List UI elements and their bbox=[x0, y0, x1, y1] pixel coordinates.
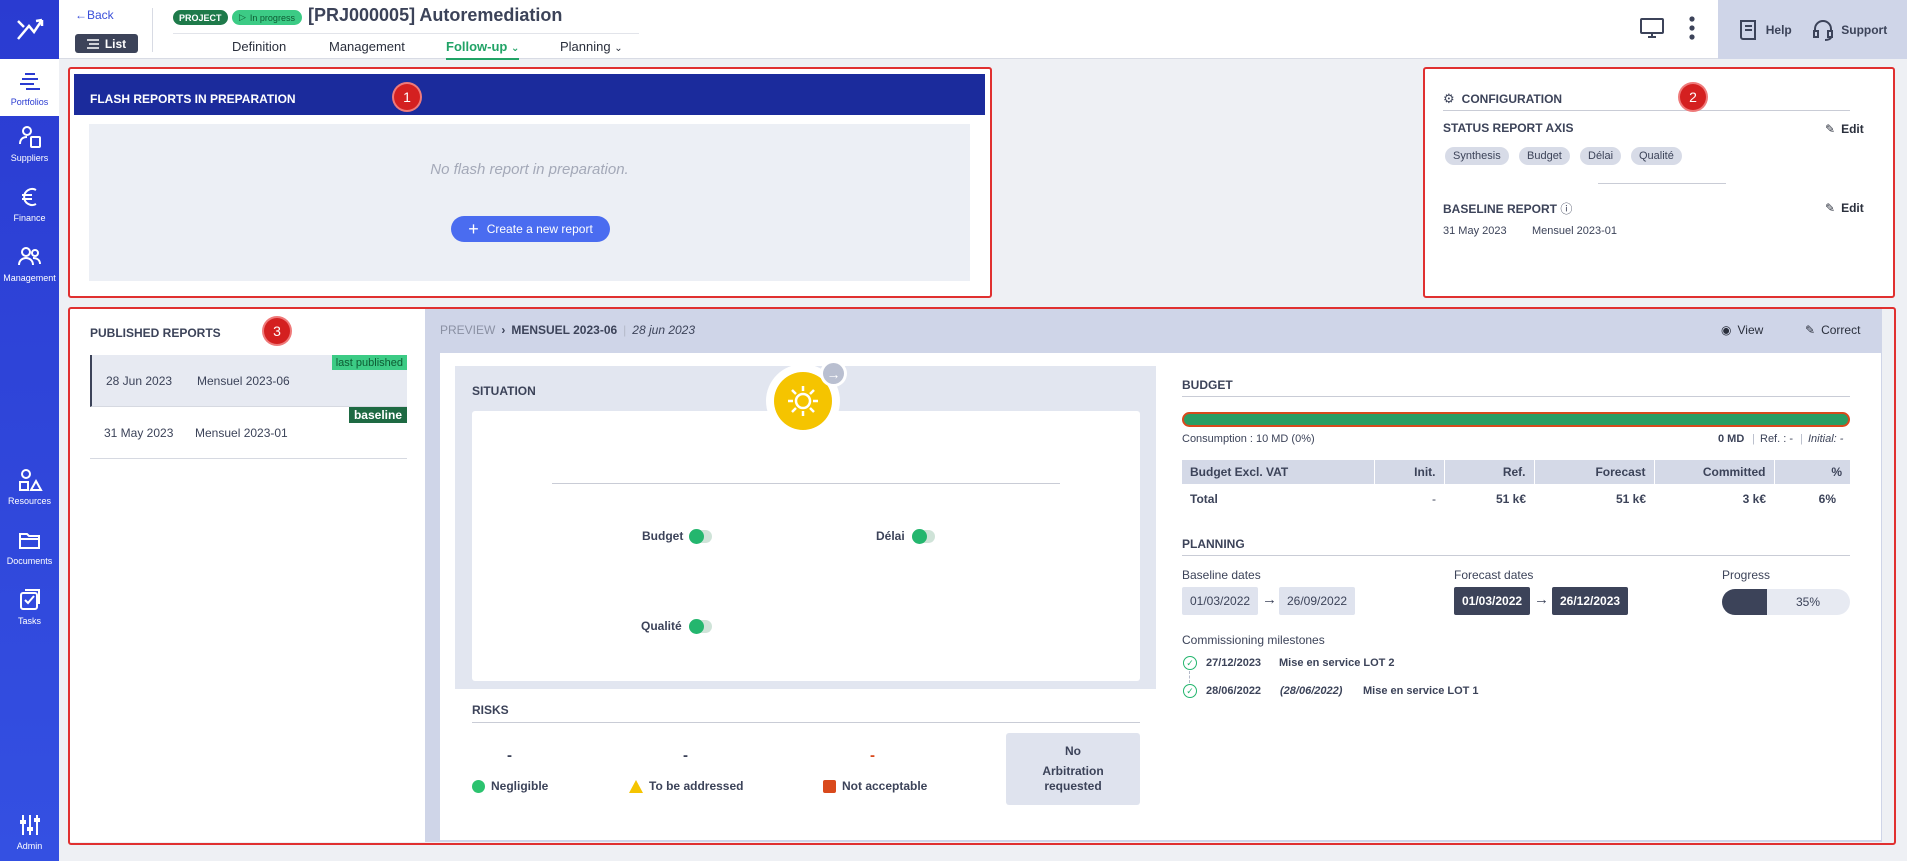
annotation-marker: 1 bbox=[394, 84, 420, 110]
back-link[interactable]: ←Back bbox=[75, 8, 114, 22]
app-logo[interactable] bbox=[0, 0, 59, 58]
tab-bar: Definition Management Follow-up ⌄ Planni… bbox=[173, 33, 639, 60]
rail-item-tasks[interactable]: Tasks bbox=[0, 587, 59, 626]
list-label: List bbox=[104, 36, 127, 51]
status-label: In progress bbox=[249, 12, 295, 23]
status-badge: ▷ In progress bbox=[232, 10, 302, 25]
rail-label: Admin bbox=[16, 841, 43, 851]
list-button[interactable]: List bbox=[75, 34, 138, 53]
chevron-down-icon: ⌄ bbox=[511, 43, 520, 54]
management-icon bbox=[17, 247, 41, 266]
top-bar: ←Back List PROJECT ▷ In progress [PRJ0000… bbox=[59, 0, 1907, 60]
book-icon bbox=[1739, 19, 1756, 40]
nav-rail: Portfolios Suppliers Finance Management … bbox=[0, 0, 59, 861]
rail-item-admin[interactable]: Admin bbox=[0, 812, 59, 851]
highlight-box bbox=[68, 307, 1896, 845]
back-label: Back bbox=[87, 8, 114, 22]
rail-item-suppliers[interactable]: Suppliers bbox=[0, 124, 59, 163]
monitor-icon[interactable] bbox=[1640, 17, 1664, 44]
rail-label: Management bbox=[3, 273, 56, 283]
headset-icon bbox=[1813, 19, 1834, 41]
project-badge: PROJECT bbox=[173, 10, 228, 25]
annotation-marker: 2 bbox=[1680, 84, 1706, 110]
support-button[interactable]: Support bbox=[1811, 18, 1887, 42]
portfolios-icon bbox=[19, 73, 40, 90]
rail-label: Suppliers bbox=[10, 153, 49, 163]
tab-label: Follow-up bbox=[446, 39, 508, 54]
help-button[interactable]: Help bbox=[1738, 18, 1792, 42]
suppliers-icon bbox=[18, 126, 41, 148]
rail-item-documents[interactable]: Documents bbox=[0, 527, 59, 566]
tab-planning[interactable]: Planning ⌄ bbox=[560, 34, 623, 60]
resources-icon bbox=[18, 469, 43, 491]
play-icon: ▷ bbox=[239, 12, 246, 22]
rail-label: Resources bbox=[7, 496, 52, 506]
support-label: Support bbox=[1841, 22, 1888, 37]
annotation-marker: 3 bbox=[264, 318, 290, 344]
rail-item-portfolios[interactable]: Portfolios bbox=[0, 59, 59, 116]
help-label: Help bbox=[1765, 22, 1792, 37]
arrow-left-icon: ← bbox=[75, 8, 87, 22]
rail-label: Documents bbox=[6, 556, 53, 566]
rail-item-management[interactable]: Management bbox=[0, 244, 59, 283]
list-icon bbox=[86, 38, 99, 49]
tab-follow-up[interactable]: Follow-up ⌄ bbox=[446, 34, 520, 60]
euro-icon bbox=[21, 188, 36, 206]
tab-label: Planning bbox=[560, 39, 611, 54]
highlight-box bbox=[1423, 67, 1895, 298]
page-title: [PRJ000005] Autoremediation bbox=[308, 5, 563, 25]
tab-definition[interactable]: Definition bbox=[232, 34, 286, 60]
more-options-icon[interactable] bbox=[1688, 15, 1696, 46]
rail-label: Tasks bbox=[17, 616, 41, 626]
highlight-box bbox=[68, 67, 992, 298]
rail-label: Finance bbox=[13, 213, 46, 223]
rail-item-finance[interactable]: Finance bbox=[0, 184, 59, 223]
sliders-icon bbox=[19, 815, 40, 835]
folder-icon bbox=[18, 533, 40, 549]
chevron-down-icon: ⌄ bbox=[614, 43, 623, 54]
divider bbox=[152, 8, 153, 52]
rail-item-resources[interactable]: Resources bbox=[0, 467, 59, 506]
tasks-icon bbox=[19, 589, 40, 610]
rail-label: Portfolios bbox=[10, 97, 49, 107]
help-area: Help Support bbox=[1718, 0, 1907, 59]
tab-management[interactable]: Management bbox=[329, 34, 405, 60]
